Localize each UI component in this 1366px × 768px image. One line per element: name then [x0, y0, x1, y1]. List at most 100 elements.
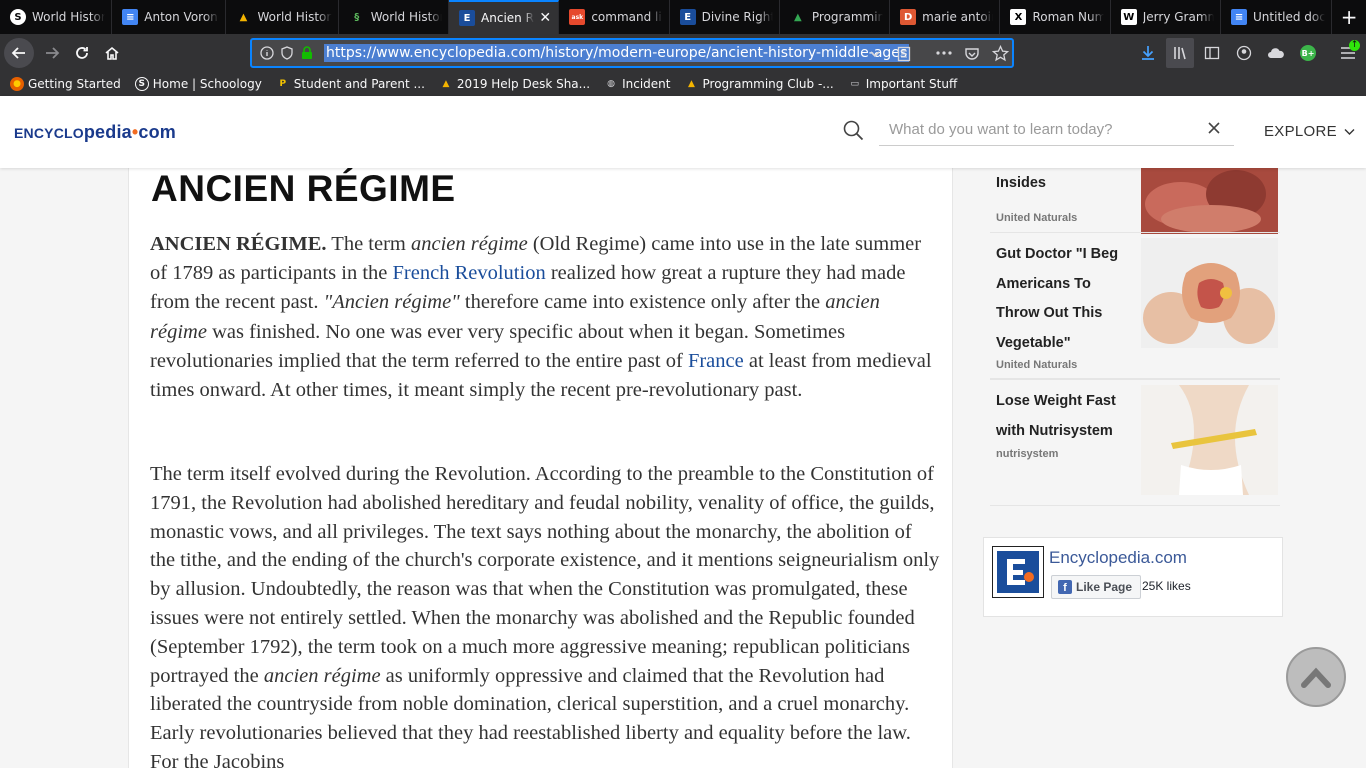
lock-icon[interactable]: [300, 46, 314, 60]
logo-part: com: [138, 122, 177, 142]
tab-favicon-icon: ≡: [1231, 9, 1248, 25]
browser-tab[interactable]: ≡ Untitled docu: [1221, 0, 1333, 34]
home-icon: [105, 46, 119, 60]
browser-tab[interactable]: S World History: [0, 0, 113, 34]
tab-label: World History: [370, 10, 442, 24]
url-text[interactable]: https://www.encyclopedia.com/history/mod…: [324, 44, 910, 62]
browser-tab[interactable]: E Ancien Ré ✕: [449, 0, 560, 34]
reader-view-icon[interactable]: [897, 46, 911, 62]
article-paragraph: ANCIEN RÉGIME. The term ancien régime (O…: [150, 230, 940, 405]
chevron-down-icon[interactable]: [869, 48, 881, 60]
search-input[interactable]: What do you want to learn today?: [879, 114, 1234, 146]
browser-tab[interactable]: ask command line: [559, 0, 670, 34]
more-actions-icon[interactable]: [936, 50, 952, 56]
ad-image[interactable]: [1141, 238, 1278, 348]
logo-part: pedia: [83, 122, 132, 142]
back-button[interactable]: [4, 38, 34, 68]
clear-search-button[interactable]: [1208, 120, 1224, 138]
tab-favicon-icon: §: [354, 11, 360, 23]
folder-icon: ▭: [850, 79, 859, 89]
tab-label: Roman Nume: [1032, 10, 1103, 24]
library-icon: [1174, 47, 1186, 60]
ad-source: nutrisystem: [996, 448, 1059, 460]
browser-tab[interactable]: ▲ Programming: [780, 0, 891, 34]
site-logo[interactable]: ENCYCLOpedia•com: [14, 122, 176, 143]
bookmark-item[interactable]: P Student and Parent ...: [276, 77, 424, 91]
tab-label: Programming: [811, 10, 883, 24]
menu-button[interactable]: ↑: [1334, 38, 1362, 68]
search-button[interactable]: [843, 120, 864, 145]
browser-tab[interactable]: Dmarie antoine: [890, 0, 1001, 34]
grade-extension-button[interactable]: B+: [1294, 38, 1322, 68]
browser-tab[interactable]: § World History: [339, 0, 450, 34]
ad-image-graphic: [1141, 238, 1278, 348]
grade-badge-icon: B+: [1300, 45, 1316, 61]
close-tab-icon[interactable]: ✕: [538, 10, 552, 26]
tab-favicon-icon: ≡: [122, 9, 139, 25]
bookmark-item[interactable]: ▲ 2019 Help Desk Sha...: [439, 77, 590, 91]
ad-image[interactable]: [1141, 385, 1278, 495]
tab-label: Divine Right: [701, 10, 773, 24]
france-link[interactable]: France: [688, 350, 744, 372]
home-button[interactable]: [97, 38, 127, 68]
new-tab-button[interactable]: +: [1332, 0, 1366, 34]
drive-icon: ▲: [688, 79, 695, 89]
article-body: ANCIEN RÉGIME ANCIEN RÉGIME. The term an…: [128, 168, 953, 768]
encyclopedia-logo-icon[interactable]: [992, 546, 1044, 598]
downloads-button[interactable]: [1134, 38, 1162, 68]
shield-icon[interactable]: [280, 46, 294, 60]
italic-run: ancien régime: [263, 664, 381, 687]
bookmark-item[interactable]: ▲ Programming Club -...: [685, 77, 834, 91]
chevron-down-icon: [1344, 129, 1355, 135]
arrow-right-icon: [46, 47, 60, 59]
tab-label: Ancien Ré: [481, 11, 534, 25]
browser-tab-bar: S World History ≡ Anton Vorono ▲ World Histor…: [0, 0, 1366, 34]
logo-part: ENCYCLO: [14, 125, 84, 141]
tab-favicon-icon: E: [679, 9, 696, 25]
french-revolution-link[interactable]: French Revolution: [393, 262, 546, 284]
pearson-icon: P: [279, 79, 287, 89]
explore-menu-button[interactable]: EXPLORE: [1264, 123, 1355, 140]
ad-card[interactable]: Lose Weight Fast with Nutrisystem nutris…: [990, 379, 1280, 506]
reload-button[interactable]: [67, 38, 97, 68]
tab-favicon-icon: ▲: [794, 11, 802, 23]
forward-button[interactable]: [37, 38, 67, 68]
bookmark-label: Home | Schoology: [152, 77, 262, 91]
back-to-top-button[interactable]: [1286, 647, 1346, 707]
bookmark-item[interactable]: ● Getting Started: [10, 77, 121, 91]
bookmark-item[interactable]: ◍ Incident: [604, 77, 670, 91]
browser-tab[interactable]: W Jerry Gramm: [1111, 0, 1222, 34]
like-page-button[interactable]: f Like Page: [1051, 575, 1142, 599]
ad-source: United Naturals: [996, 359, 1078, 371]
address-bar[interactable]: https://www.encyclopedia.com/history/mod…: [250, 38, 1014, 68]
library-button[interactable]: [1166, 38, 1194, 68]
pocket-icon[interactable]: [964, 46, 980, 62]
ad-card[interactable]: Gut Doctor "I Beg Americans To Throw Out…: [990, 232, 1280, 379]
bookmark-item[interactable]: S Home | Schoology: [134, 77, 262, 91]
page-title: ANCIEN RÉGIME: [151, 168, 456, 209]
browser-tab[interactable]: E Divine Right: [670, 0, 780, 34]
italic-run: "Ancien régime": [323, 291, 460, 314]
browser-tab[interactable]: ≡ Anton Vorono: [112, 0, 226, 34]
globe-icon: ◍: [607, 79, 616, 89]
browser-tab[interactable]: X Roman Nume: [1000, 0, 1111, 34]
ad-title[interactable]: Gut Doctor "I Beg Americans To Throw Out…: [996, 240, 1136, 358]
tab-label: World History: [257, 10, 332, 24]
info-icon[interactable]: [260, 46, 274, 60]
ad-source: United Naturals: [996, 212, 1078, 224]
bookmark-label: 2019 Help Desk Sha...: [456, 77, 591, 91]
site-header: ENCYCLOpedia•com What do you want to lea…: [0, 96, 1366, 168]
extension-button[interactable]: [1262, 38, 1290, 68]
account-icon: [1236, 45, 1252, 61]
bookmark-item[interactable]: ▭ Important Stuff: [848, 77, 957, 91]
ad-title[interactable]: Lose Weight Fast with Nutrisystem: [996, 387, 1136, 446]
facebook-page-name[interactable]: Encyclopedia.com: [1049, 548, 1187, 568]
sidebar-button[interactable]: [1198, 38, 1226, 68]
account-button[interactable]: [1230, 38, 1258, 68]
download-icon: [1142, 46, 1154, 60]
text-run: therefore came into existence only after…: [459, 291, 826, 314]
like-page-label: Like Page: [1076, 580, 1133, 594]
bookmark-star-icon[interactable]: [992, 45, 1009, 62]
browser-tab[interactable]: ▲ World History: [226, 0, 339, 34]
schoology-icon: S: [134, 77, 149, 91]
